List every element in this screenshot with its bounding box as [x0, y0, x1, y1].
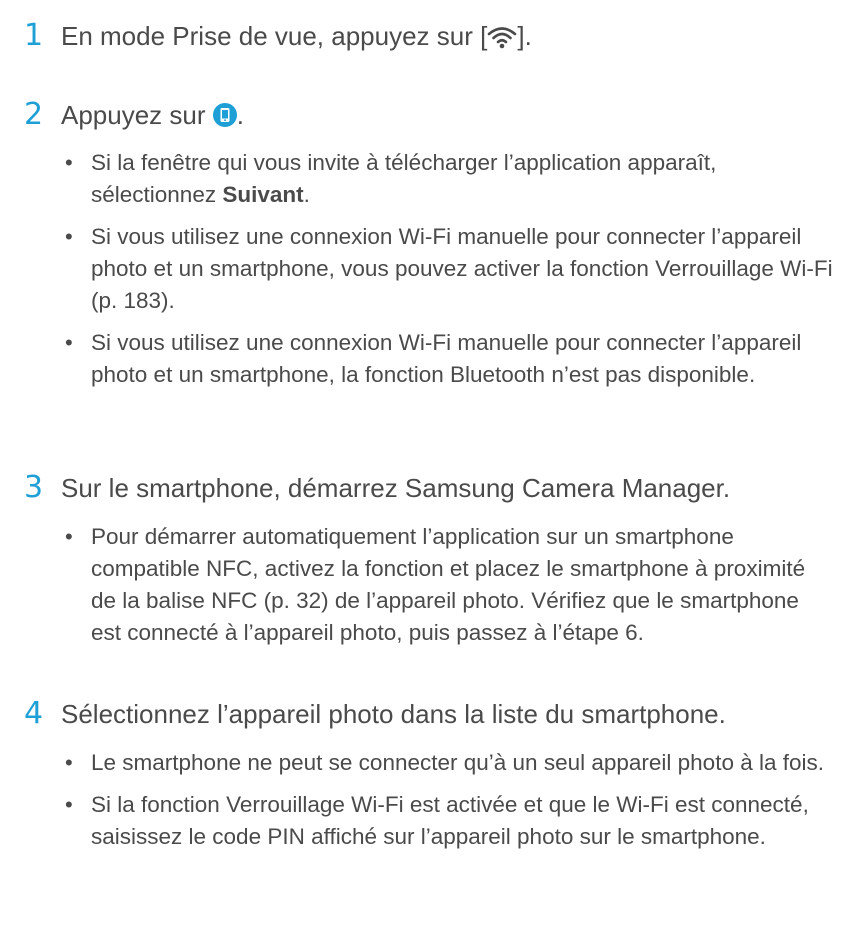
step-number: 3 — [24, 470, 44, 505]
step-instruction: En mode Prise de vue, appuyez sur []. — [61, 18, 532, 58]
step-instruction: Sur le smartphone, démarrez Samsung Came… — [61, 473, 731, 503]
note-item: • Le smartphone ne peut se connecter qu’… — [0, 747, 845, 779]
bullet-glyph: • — [65, 750, 73, 775]
note-item: • Si la fenêtre qui vous invite à téléch… — [0, 147, 845, 211]
note-item: • Pour démarrer automatiquement l’applic… — [0, 521, 845, 649]
step-2-notes: • Si la fenêtre qui vous invite à téléch… — [0, 147, 845, 391]
step-4-notes: • Le smartphone ne peut se connecter qu’… — [0, 747, 845, 853]
note-item: • Si vous utilisez une connexion Wi-Fi m… — [0, 327, 845, 391]
bullet-glyph: • — [65, 150, 73, 175]
bullet-glyph: • — [65, 792, 73, 817]
step-3-notes: • Pour démarrer automatiquement l’applic… — [0, 521, 845, 649]
step-number: 4 — [24, 696, 44, 731]
manual-page: 1 En mode Prise de vue, appuyez sur []. … — [0, 0, 845, 942]
step-number: 2 — [24, 97, 44, 132]
note-item: • Si la fonction Verrouillage Wi-Fi est … — [0, 789, 845, 853]
suivant-label: Suivant — [222, 182, 304, 207]
wifi-icon — [487, 22, 517, 58]
step-number: 1 — [24, 18, 44, 53]
note-item: • Si vous utilisez une connexion Wi-Fi m… — [0, 221, 845, 317]
smartphone-icon — [212, 100, 237, 136]
bullet-glyph: • — [65, 524, 73, 549]
step-instruction: Sélectionnez l’appareil photo dans la li… — [61, 699, 726, 729]
bullet-glyph: • — [65, 224, 73, 249]
bullet-glyph: • — [65, 330, 73, 355]
step-instruction: Appuyez sur . — [61, 97, 244, 136]
